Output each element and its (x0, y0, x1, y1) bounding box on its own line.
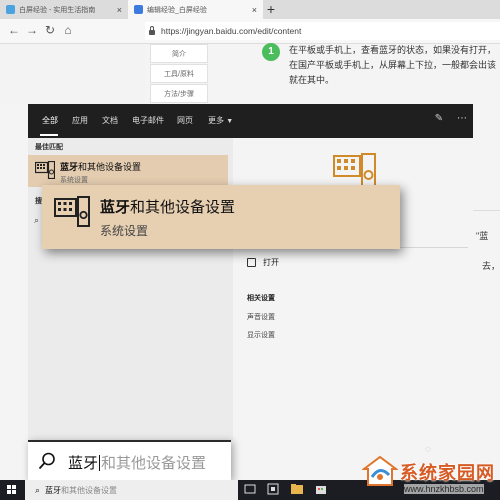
tab-more-label: 更多 (208, 116, 224, 125)
related-sound-settings[interactable]: 声音设置 (247, 312, 275, 322)
taskbar-suggestion: 和其他设备设置 (61, 485, 118, 495)
browser-tab-1[interactable]: 白屏经验 - 实用生活指南 × (0, 0, 128, 19)
page-left-area (0, 44, 145, 104)
callout-subtitle: 系统设置 (100, 224, 149, 238)
callout-highlight: 蓝牙 (100, 199, 131, 216)
zoomed-best-match-callout[interactable] (42, 185, 400, 249)
search-icon (38, 452, 55, 470)
callout-rest: 和其他设备设置 (130, 199, 236, 216)
tab-label: 编辑经验_白屏经验 (147, 6, 207, 14)
windows-logo-icon (12, 485, 16, 489)
bluetooth-devices-icon (54, 196, 90, 227)
open-action[interactable]: 打开 (247, 257, 279, 268)
site-favicon-icon (6, 5, 15, 14)
tab-email[interactable]: 电子邮件 (132, 104, 164, 138)
chevron-down-icon: ▼ (226, 118, 234, 125)
browser-tab-2[interactable]: 编辑经验_白屏经验 × (128, 0, 263, 19)
store-icon[interactable] (314, 482, 328, 496)
baidu-paw-icon (134, 5, 143, 14)
outline-item-steps[interactable]: 方法/步骤 (150, 84, 208, 103)
tab-label: 白屏经验 - 实用生活指南 (19, 6, 96, 14)
related-settings-heading: 相关设置 (247, 295, 275, 302)
home-icon[interactable]: ⌂ (60, 22, 76, 38)
callout-title: 蓝牙和其他设备设置 (100, 196, 235, 217)
taskbar-query: 蓝牙 (45, 485, 62, 495)
search-web-icon: ⌕ (34, 215, 40, 225)
related-display-settings[interactable]: 显示设置 (247, 330, 275, 340)
page-outline-nav: 简介 工具/原料 方法/步骤 (150, 44, 208, 104)
file-explorer-icon[interactable] (290, 482, 304, 496)
taskbar-search-text: 蓝牙和其他设备设置 (45, 485, 117, 496)
tab-web[interactable]: 网页 (177, 104, 193, 138)
match-rest: 和其他设备设置 (78, 162, 142, 172)
step-number-badge: 1 (262, 43, 280, 61)
best-match-subtitle: 系统设置 (60, 177, 88, 184)
edge-browser-icon[interactable] (266, 482, 280, 496)
tab-all[interactable]: 全部 (42, 104, 58, 138)
search-icon: ⌕ (35, 484, 41, 495)
match-highlight: 蓝牙 (60, 162, 79, 172)
close-tab-icon[interactable]: × (252, 5, 257, 15)
refresh-icon[interactable]: ↻ (42, 22, 58, 38)
forward-arrow-icon[interactable]: → (24, 22, 40, 38)
page-text-fragment: "蓝 (476, 231, 489, 241)
new-tab-button[interactable]: + (263, 0, 279, 19)
search-filter-bar (28, 104, 473, 138)
lock-icon (149, 26, 155, 35)
watermark-url: www.hnzkhbsb.com (404, 484, 484, 494)
step-text[interactable]: 在平板或手机上，查看蓝牙的状态，如果没有打开，在国产平板或手机上，从屏幕上下拉，… (289, 43, 500, 88)
best-match-heading: 最佳匹配 (35, 144, 63, 151)
task-view-icon[interactable] (243, 482, 257, 496)
text-caret (99, 455, 101, 471)
zoomed-search-text: 蓝牙 和其他设备设置 (68, 452, 206, 473)
windows-logo-icon (7, 485, 11, 489)
start-button[interactable] (0, 480, 24, 500)
taskbar-search-box[interactable]: ⌕ 蓝牙和其他设备设置 (25, 480, 238, 500)
url-text: https://jingyan.baidu.com/edit/content (161, 26, 302, 36)
speech-bubble-icon: ◌ (425, 444, 431, 455)
bluetooth-devices-icon (35, 161, 55, 179)
more-options-icon[interactable]: ⋯ (455, 112, 469, 126)
close-tab-icon[interactable]: × (117, 5, 122, 15)
page-text-fragment: 去， (482, 261, 500, 271)
address-bar[interactable]: https://jingyan.baidu.com/edit/content (145, 22, 500, 40)
tab-apps[interactable]: 应用 (72, 104, 88, 138)
outline-item-tools[interactable]: 工具/原料 (150, 64, 208, 83)
site-logo-house-icon (362, 455, 398, 486)
open-label: 打开 (263, 258, 279, 267)
open-icon (247, 258, 256, 267)
windows-logo-icon (7, 490, 11, 494)
tab-documents[interactable]: 文档 (102, 104, 118, 138)
autocomplete-suggestion: 和其他设备设置 (101, 455, 207, 472)
back-arrow-icon[interactable]: ← (6, 22, 22, 38)
section-heading-fragment: 搜 (35, 198, 42, 205)
typed-query: 蓝牙 (68, 455, 99, 472)
feedback-icon[interactable]: ✎ (432, 112, 446, 126)
windows-logo-icon (12, 490, 16, 494)
page-divider (473, 210, 500, 211)
tab-more[interactable]: 更多 ▼ (208, 104, 233, 138)
best-match-title: 蓝牙和其他设备设置 (60, 160, 141, 173)
watermark-site-name: 系统家园网 (400, 463, 495, 483)
outline-item-intro[interactable]: 简介 (150, 44, 208, 63)
active-tab-indicator (40, 134, 58, 136)
